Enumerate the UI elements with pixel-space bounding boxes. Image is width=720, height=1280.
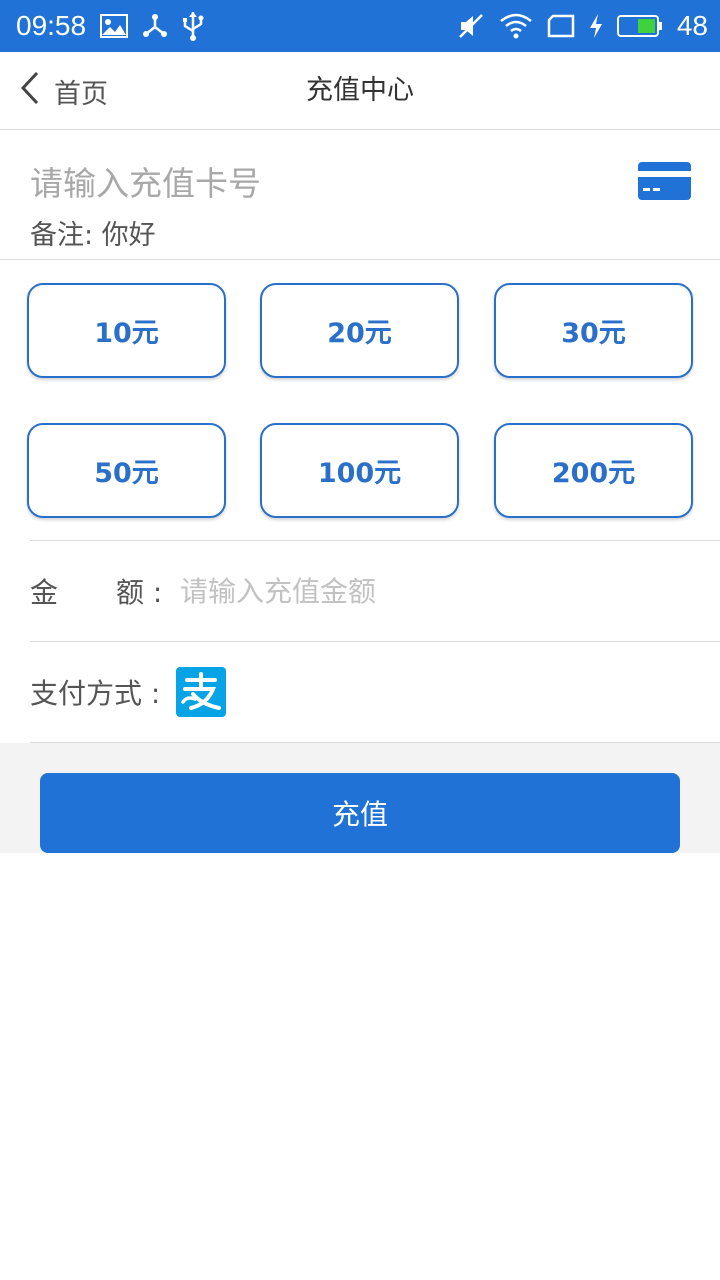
amount-option-30[interactable]: 30元 [494, 283, 693, 378]
remark-text: 备注: 你好 [30, 220, 156, 251]
usb-icon [182, 11, 204, 41]
payment-row: 支付方式 : [30, 642, 720, 742]
credit-card-icon[interactable] [638, 162, 691, 204]
amount-option-10[interactable]: 10元 [27, 283, 226, 378]
image-icon [100, 14, 129, 38]
amount-label-second: 额 : [116, 576, 163, 609]
back-button[interactable]: 首页 [20, 52, 108, 130]
alipay-icon[interactable] [176, 667, 227, 717]
amount-option-100[interactable]: 100元 [260, 423, 459, 518]
share-network-icon [142, 13, 168, 39]
card-section: 备注: 你好 [0, 131, 720, 260]
mute-icon [457, 12, 485, 40]
amount-option-200[interactable]: 200元 [494, 423, 693, 518]
amount-input[interactable] [180, 574, 680, 608]
amount-label-first: 金 [30, 576, 59, 609]
page-title: 充值中心 [306, 75, 414, 106]
nav-bar: 首页 充值中心 [0, 52, 720, 130]
payment-label: 支付方式 : [30, 677, 161, 710]
battery-percent: 48 [676, 10, 708, 41]
amount-label: 金 额 : [30, 571, 180, 611]
amount-option-20[interactable]: 20元 [260, 283, 459, 378]
chevron-left-icon [20, 71, 40, 112]
status-time: 09:58 [16, 10, 87, 41]
recharge-button[interactable]: 充值 [40, 773, 680, 853]
status-bar: 09:58 48 [0, 0, 720, 52]
charging-icon [589, 13, 603, 39]
amount-option-50[interactable]: 50元 [27, 423, 226, 518]
submit-area: 充值 [0, 743, 720, 853]
battery-icon [616, 14, 663, 38]
card-number-input[interactable] [30, 155, 610, 211]
wifi-icon [499, 12, 533, 40]
amount-row: 金 额 : [30, 541, 720, 641]
sim-card-icon [547, 14, 575, 38]
back-label: 首页 [54, 78, 108, 110]
